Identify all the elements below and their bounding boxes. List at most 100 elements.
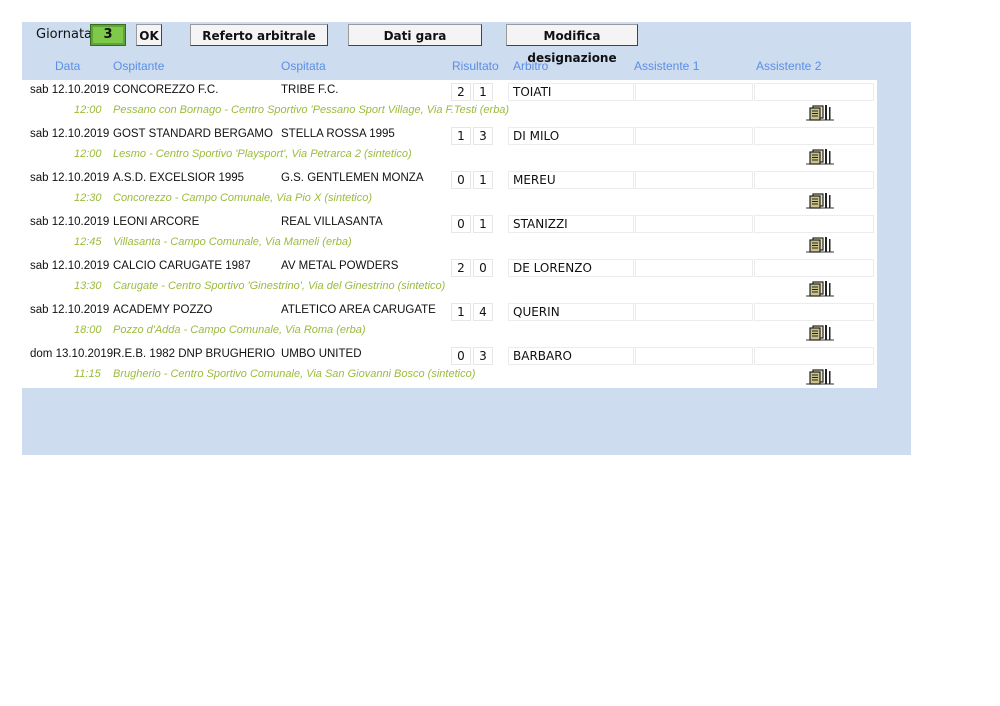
referee-field[interactable]: TOIATI (508, 83, 636, 101)
match-host: A.S.D. EXCELSIOR 1995 (113, 172, 245, 184)
match-date: sab 12.10.2019 (30, 304, 110, 316)
report-document-icon[interactable] (806, 235, 834, 253)
match-row: sab 12.10.2019 ACADEMY POZZO ATLETICO AR… (22, 300, 877, 344)
match-time: 12:00 (74, 104, 102, 116)
assistant-2-field[interactable] (754, 127, 874, 145)
assistant-2-field[interactable] (754, 83, 874, 101)
match-location: Pessano con Bornago - Centro Sportivo 'P… (113, 104, 510, 116)
ok-button[interactable]: OK (136, 24, 162, 46)
report-document-icon[interactable] (806, 367, 834, 385)
assistant-1-field[interactable] (633, 127, 753, 145)
referee-field[interactable]: STANIZZI (508, 215, 636, 233)
header-assistente-2: Assistente 2 (756, 59, 822, 73)
score-away: 4 (473, 303, 493, 321)
assistant-1-field[interactable] (633, 215, 753, 233)
match-location: Lesmo - Centro Sportivo 'Playsport', Via… (113, 148, 412, 160)
score-home: 0 (451, 215, 471, 233)
match-date: dom 13.10.2019 (30, 348, 114, 360)
match-time: 18:00 (74, 324, 102, 336)
assistant-1-field[interactable] (633, 259, 753, 277)
match-row: sab 12.10.2019 CONCOREZZO F.C. TRIBE F.C… (22, 80, 877, 124)
match-time: 12:45 (74, 236, 102, 248)
match-host: R.E.B. 1982 DNP BRUGHERIO (113, 348, 276, 360)
toolbar: Giornata: 3 OK Referto arbitrale Dati ga… (22, 22, 911, 65)
referee-field[interactable]: DE LORENZO (508, 259, 636, 277)
match-date: sab 12.10.2019 (30, 172, 110, 184)
assistant-1-field[interactable] (633, 303, 753, 321)
score-home: 1 (451, 303, 471, 321)
report-document-icon[interactable] (806, 191, 834, 209)
score-home: 1 (451, 127, 471, 145)
match-date: sab 12.10.2019 (30, 128, 110, 140)
score-away: 1 (473, 171, 493, 189)
report-document-icon[interactable] (806, 147, 834, 165)
header-ospitata: Ospitata (281, 59, 326, 73)
header-assistente-1: Assistente 1 (634, 59, 700, 73)
match-time: 11:15 (74, 368, 101, 380)
giornata-input[interactable]: 3 (90, 24, 126, 46)
match-time: 13:30 (74, 280, 102, 292)
report-document-icon[interactable] (806, 103, 834, 121)
match-location: Brugherio - Centro Sportivo Comunale, Vi… (113, 368, 476, 380)
assistant-2-field[interactable] (754, 215, 874, 233)
header-data: Data (55, 59, 81, 73)
match-date: sab 12.10.2019 (30, 260, 110, 272)
modifica-designazione-button[interactable]: Modifica designazione (506, 24, 638, 65)
assistant-1-field[interactable] (633, 83, 753, 101)
match-date: sab 12.10.2019 (30, 84, 110, 96)
header-ospitante: Ospitante (113, 59, 165, 73)
match-row: sab 12.10.2019 A.S.D. EXCELSIOR 1995 G.S… (22, 168, 877, 212)
match-date: sab 12.10.2019 (30, 216, 110, 228)
score-home: 2 (451, 83, 471, 101)
assistant-2-field[interactable] (754, 303, 874, 321)
match-row: sab 12.10.2019 GOST STANDARD BERGAMO STE… (22, 124, 877, 168)
match-host: CONCOREZZO F.C. (113, 84, 219, 96)
referee-field[interactable]: MEREU (508, 171, 636, 189)
assistant-1-field[interactable] (633, 347, 753, 365)
referto-arbitrale-button[interactable]: Referto arbitrale (190, 24, 328, 46)
score-away: 3 (473, 127, 493, 145)
match-location: Concorezzo - Campo Comunale, Via Pio X (… (113, 192, 373, 204)
match-guest: UMBO UNITED (281, 348, 362, 360)
score-away: 1 (473, 215, 493, 233)
assistant-2-field[interactable] (754, 347, 874, 365)
match-location: Villasanta - Campo Comunale, Via Mameli … (113, 236, 352, 248)
match-host: LEONI ARCORE (113, 216, 200, 228)
match-host: ACADEMY POZZO (113, 304, 213, 316)
score-away: 3 (473, 347, 493, 365)
match-location: Carugate - Centro Sportivo 'Ginestrino',… (113, 280, 446, 292)
assistant-2-field[interactable] (754, 259, 874, 277)
match-host: CALCIO CARUGATE 1987 (113, 260, 251, 272)
giornata-label: Giornata: (36, 27, 97, 42)
assistant-1-field[interactable] (633, 171, 753, 189)
match-location: Pozzo d'Adda - Campo Comunale, Via Roma … (113, 324, 366, 336)
match-row: sab 12.10.2019 CALCIO CARUGATE 1987 AV M… (22, 256, 877, 300)
score-home: 0 (451, 347, 471, 365)
match-time: 12:00 (74, 148, 102, 160)
dati-gara-button[interactable]: Dati gara (348, 24, 482, 46)
header-arbitro: Arbitro (513, 59, 549, 73)
match-guest: G.S. GENTLEMEN MONZA (281, 172, 424, 184)
score-away: 0 (473, 259, 493, 277)
match-guest: STELLA ROSSA 1995 (281, 128, 395, 140)
match-guest: AV METAL POWDERS (281, 260, 399, 272)
score-home: 2 (451, 259, 471, 277)
match-table: sab 12.10.2019 CONCOREZZO F.C. TRIBE F.C… (22, 80, 877, 388)
match-guest: REAL VILLASANTA (281, 216, 383, 228)
match-guest: TRIBE F.C. (281, 84, 339, 96)
match-time: 12:30 (74, 192, 102, 204)
match-host: GOST STANDARD BERGAMO (113, 128, 273, 140)
referee-field[interactable]: QUERIN (508, 303, 636, 321)
referee-field[interactable]: BARBARO (508, 347, 636, 365)
assistant-2-field[interactable] (754, 171, 874, 189)
match-row: dom 13.10.2019 R.E.B. 1982 DNP BRUGHERIO… (22, 344, 877, 388)
match-row: sab 12.10.2019 LEONI ARCORE REAL VILLASA… (22, 212, 877, 256)
report-document-icon[interactable] (806, 279, 834, 297)
score-home: 0 (451, 171, 471, 189)
match-guest: ATLETICO AREA CARUGATE (281, 304, 436, 316)
score-away: 1 (473, 83, 493, 101)
referee-field[interactable]: DI MILO (508, 127, 636, 145)
report-document-icon[interactable] (806, 323, 834, 341)
main-panel: Giornata: 3 OK Referto arbitrale Dati ga… (22, 22, 911, 455)
header-risultato: Risultato (452, 59, 499, 73)
